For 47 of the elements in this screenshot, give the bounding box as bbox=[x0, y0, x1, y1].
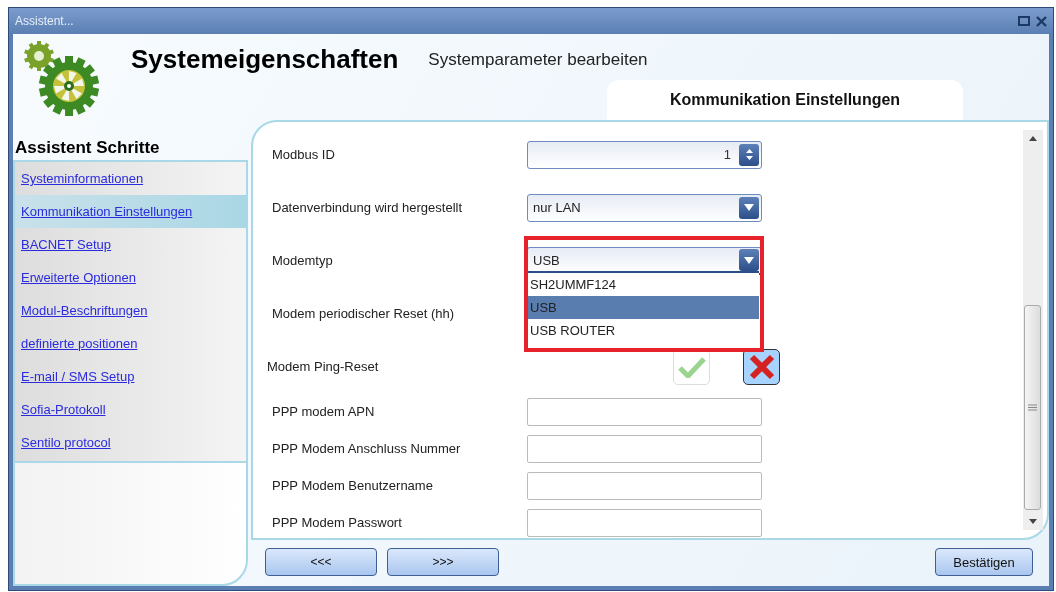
dropdown[interactable]: nur LAN bbox=[527, 193, 762, 222]
step-link[interactable]: Sentilo protocol bbox=[15, 426, 246, 459]
field-label: PPP Modem Passwort bbox=[272, 515, 403, 530]
field-label: Modem periodischer Reset (hh) bbox=[272, 306, 456, 321]
field-label: PPP modem APN bbox=[272, 404, 376, 419]
step-link[interactable]: Erweiterte Optionen bbox=[15, 261, 246, 294]
step-link[interactable]: E-mail / SMS Setup bbox=[15, 360, 246, 393]
dropdown-option[interactable]: USB bbox=[528, 296, 759, 319]
step-link[interactable]: Systeminformationen bbox=[15, 162, 246, 195]
step-link[interactable]: definierte positionen bbox=[15, 327, 246, 360]
dropdown-option[interactable]: USB ROUTER bbox=[528, 319, 759, 342]
grip-icon bbox=[1028, 404, 1037, 411]
spin-arrows-icon[interactable] bbox=[739, 143, 759, 166]
field-label: Modem Ping-Reset bbox=[267, 359, 380, 374]
text-field[interactable] bbox=[527, 508, 762, 537]
window-title: Assistent... bbox=[15, 14, 74, 28]
scrollbar[interactable] bbox=[1023, 130, 1043, 530]
scroll-down-icon[interactable] bbox=[1028, 518, 1038, 526]
checkmark-icon bbox=[677, 355, 706, 378]
scroll-thumb[interactable] bbox=[1024, 305, 1041, 510]
field-label: PPP Modem Benutzername bbox=[272, 478, 434, 493]
dropdown-option[interactable]: SH2UMMF124 bbox=[528, 273, 759, 296]
step-link[interactable]: Sofia-Protokoll bbox=[15, 393, 246, 426]
page-title: Systemeigenschaften bbox=[131, 44, 399, 76]
text-field[interactable] bbox=[527, 397, 762, 426]
field-label: Modbus ID bbox=[272, 147, 336, 162]
dropdown[interactable]: USB bbox=[527, 246, 762, 275]
confirm-button[interactable]: Bestätigen bbox=[935, 548, 1033, 576]
field-label: Modemtyp bbox=[272, 253, 334, 268]
steps-heading: Assistent Schritte bbox=[14, 137, 161, 159]
scroll-up-icon[interactable] bbox=[1028, 134, 1038, 142]
step-link[interactable]: Kommunikation Einstellungen bbox=[15, 195, 246, 228]
page-subtitle: Systemparameter bearbeiten bbox=[428, 50, 648, 71]
text-field[interactable] bbox=[527, 471, 762, 500]
back-button[interactable]: <<< bbox=[265, 548, 377, 576]
field-label: PPP Modem Anschluss Nummer bbox=[272, 441, 462, 456]
number-spinner[interactable]: 1 bbox=[527, 140, 762, 169]
next-button[interactable]: >>> bbox=[387, 548, 499, 576]
step-link[interactable]: BACNET Setup bbox=[15, 228, 246, 261]
close-icon[interactable] bbox=[1036, 15, 1047, 27]
section-tab[interactable]: Kommunikation Einstellungen bbox=[607, 80, 963, 120]
no-button[interactable] bbox=[743, 348, 780, 385]
step-link[interactable]: Modul-Beschriftungen bbox=[15, 294, 246, 327]
text-field[interactable] bbox=[527, 434, 762, 463]
field-label: Datenverbindung wird hergestellt bbox=[272, 200, 464, 215]
maximize-icon[interactable] bbox=[1018, 16, 1030, 26]
cross-icon bbox=[748, 353, 775, 380]
